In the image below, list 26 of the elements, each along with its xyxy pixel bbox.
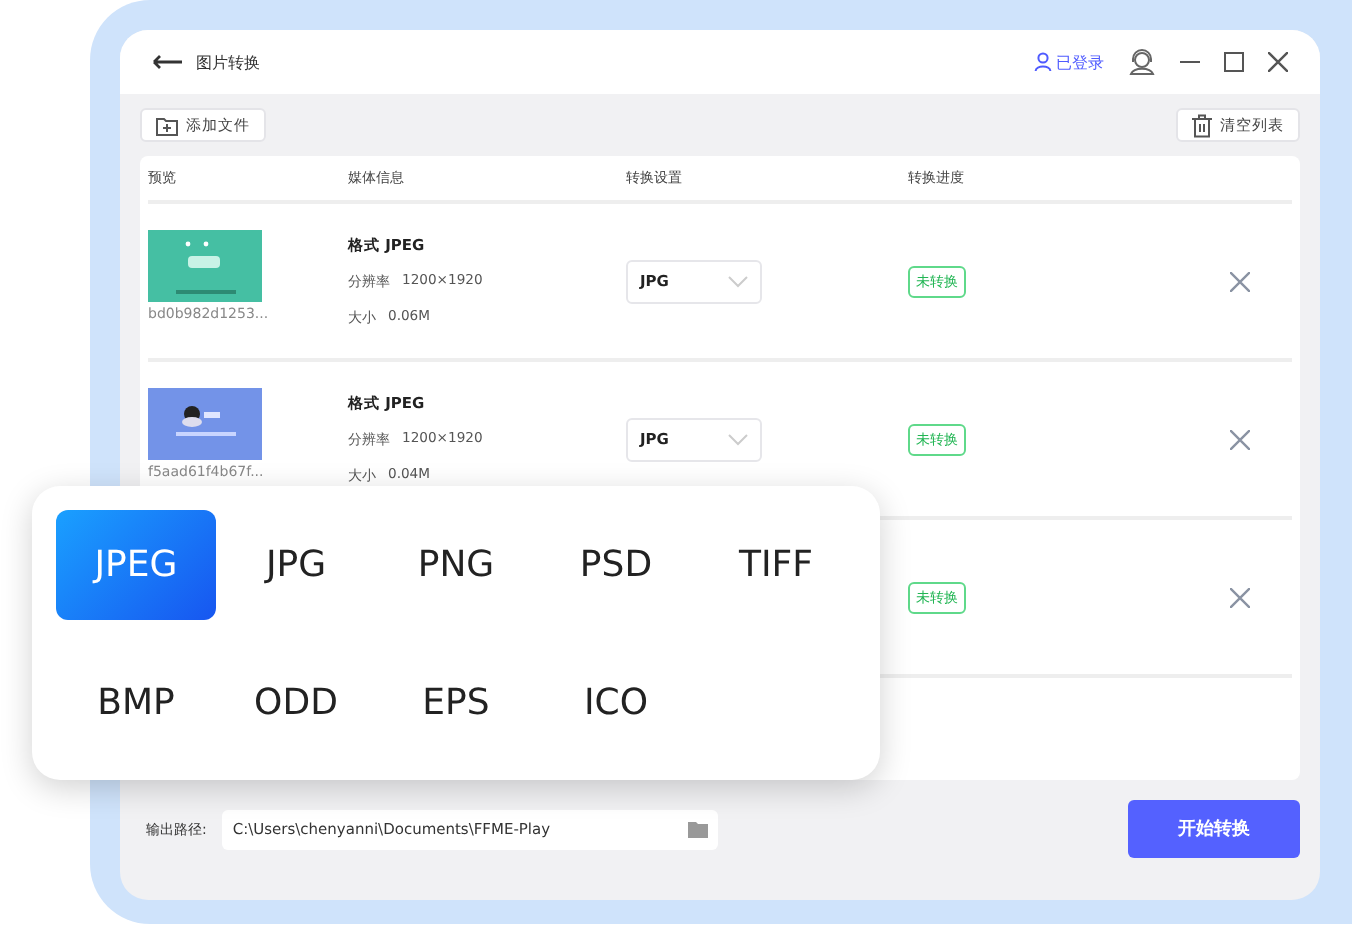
delete-icon[interactable] [1230,271,1250,291]
format-option[interactable]: JPG [216,510,376,620]
delete-icon[interactable] [1230,429,1250,449]
back-arrow-icon[interactable] [152,54,184,70]
format-option[interactable]: TIFF [696,510,856,620]
maximize-icon[interactable] [1224,52,1244,72]
format-option[interactable]: ODD [216,648,376,758]
support-icon[interactable] [1128,48,1156,76]
delete-icon[interactable] [1230,587,1250,607]
login-status[interactable]: 已登录 [1034,51,1104,73]
folder-icon[interactable] [688,821,709,837]
folder-plus-icon [156,115,178,135]
window-title: 图片转换 [196,51,260,73]
minimize-icon[interactable] [1180,60,1200,64]
trash-icon [1192,113,1212,137]
start-convert-button[interactable]: 开始转换 [1128,800,1300,858]
format-option[interactable]: JPEG [56,510,216,620]
format-option[interactable]: ICO [536,648,696,758]
chevron-down-icon [728,275,748,287]
format-option[interactable]: BMP [56,648,216,758]
format-option[interactable]: EPS [376,648,536,758]
format-option[interactable]: PNG [376,510,536,620]
format-option[interactable]: PSD [536,510,696,620]
chevron-down-icon [728,433,748,445]
user-icon [1034,52,1052,72]
close-icon[interactable] [1268,52,1288,72]
